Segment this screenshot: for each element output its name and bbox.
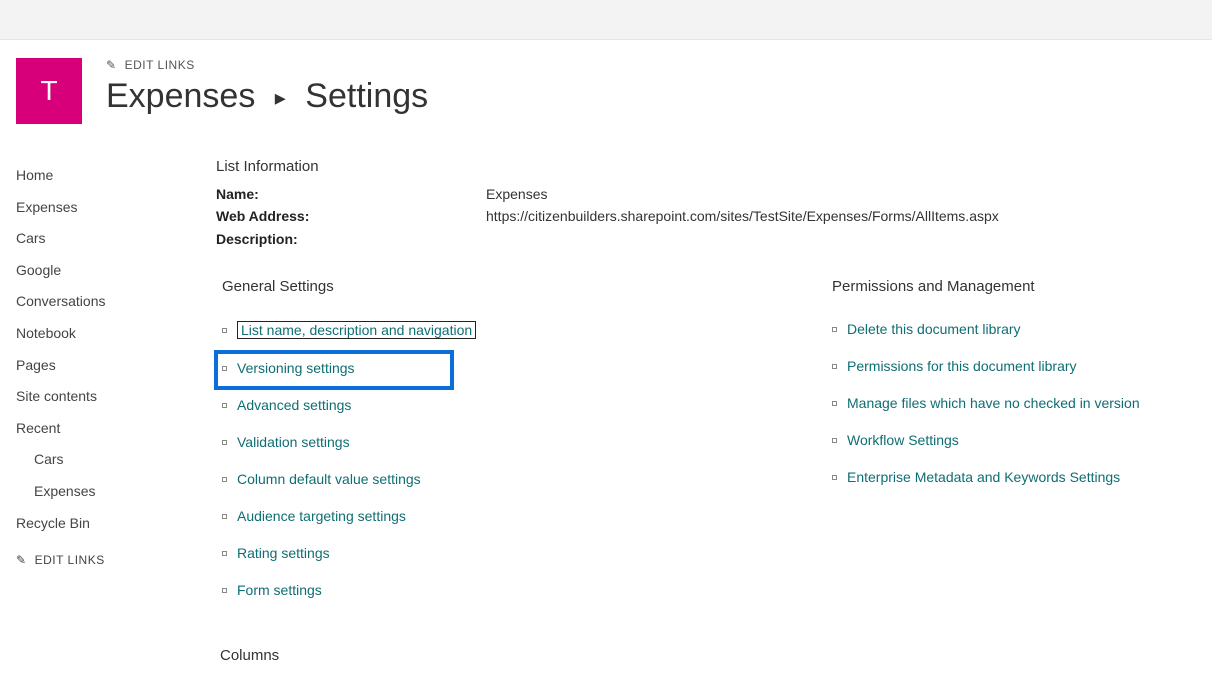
bullet-icon <box>832 401 837 406</box>
nav-item[interactable]: Recent <box>16 413 196 445</box>
nav-item[interactable]: Google <box>16 255 196 287</box>
nav-item[interactable]: Home <box>16 160 196 192</box>
settings-link[interactable]: Enterprise Metadata and Keywords Setting… <box>847 469 1120 485</box>
top-ribbon-bar <box>0 0 1212 40</box>
nav-item[interactable]: Cars <box>16 223 196 255</box>
edit-links-top-button[interactable]: ✎ EDIT LINKS <box>106 58 428 72</box>
general-settings-list: List name, description and navigation Ver… <box>216 321 786 598</box>
bullet-icon <box>222 477 227 482</box>
settings-link[interactable]: Manage files which have no checked in ve… <box>847 395 1140 411</box>
columns-heading: Columns <box>216 647 1192 664</box>
list-information-heading: List Information <box>216 158 1192 175</box>
settings-link[interactable]: Permissions for this document library <box>847 358 1077 374</box>
site-logo-tile[interactable]: T <box>16 58 82 124</box>
nav-item[interactable]: Expenses <box>16 192 196 224</box>
info-label: Web Address: <box>216 205 486 227</box>
settings-link[interactable]: Form settings <box>237 582 322 598</box>
settings-link[interactable]: Rating settings <box>237 545 330 561</box>
settings-link-item: Versioning settings <box>222 360 786 376</box>
info-row: Name:Expenses <box>216 183 1192 205</box>
permissions-management-list: Delete this document library Permissions … <box>826 321 1192 485</box>
bullet-icon <box>222 328 227 333</box>
edit-links-nav-button[interactable]: ✎ EDIT LINKS <box>16 539 196 567</box>
permissions-management-heading: Permissions and Management <box>826 278 1192 295</box>
settings-link-item: Form settings <box>222 582 786 598</box>
settings-content: List Information Name:ExpensesWeb Addres… <box>216 154 1212 664</box>
settings-link[interactable]: Advanced settings <box>237 397 351 413</box>
info-value: Expenses <box>486 183 547 205</box>
edit-links-nav-label: EDIT LINKS <box>35 553 105 567</box>
pencil-icon: ✎ <box>16 553 27 567</box>
nav-item[interactable]: Cars <box>16 444 196 476</box>
info-label: Name: <box>216 183 486 205</box>
info-row: Web Address:https://citizenbuilders.shar… <box>216 205 1192 227</box>
general-settings-heading: General Settings <box>216 278 786 295</box>
info-row: Description: <box>216 228 1192 250</box>
nav-item[interactable]: Pages <box>16 350 196 382</box>
pencil-icon: ✎ <box>106 58 117 72</box>
settings-link-item: List name, description and navigation <box>222 321 786 339</box>
settings-link-item: Delete this document library <box>832 321 1192 337</box>
settings-link[interactable]: List name, description and navigation <box>237 321 476 339</box>
settings-link-item: Audience targeting settings <box>222 508 786 524</box>
nav-item[interactable]: Recycle Bin <box>16 508 196 540</box>
settings-link-item: Validation settings <box>222 434 786 450</box>
settings-link[interactable]: Delete this document library <box>847 321 1021 337</box>
bullet-icon <box>222 514 227 519</box>
breadcrumb-separator-icon: ▸ <box>275 85 286 110</box>
nav-item[interactable]: Expenses <box>16 476 196 508</box>
breadcrumb-page: Settings <box>305 77 428 115</box>
info-label: Description: <box>216 228 486 250</box>
settings-link[interactable]: Versioning settings <box>237 360 355 376</box>
bullet-icon <box>832 327 837 332</box>
settings-link[interactable]: Workflow Settings <box>847 432 959 448</box>
nav-item[interactable]: Notebook <box>16 318 196 350</box>
settings-link[interactable]: Audience targeting settings <box>237 508 406 524</box>
breadcrumb-site[interactable]: Expenses <box>106 77 255 115</box>
bullet-icon <box>222 403 227 408</box>
list-information-table: Name:ExpensesWeb Address:https://citizen… <box>216 183 1192 250</box>
bullet-icon <box>222 440 227 445</box>
settings-link[interactable]: Column default value settings <box>237 471 421 487</box>
left-navigation: HomeExpensesCarsGoogleConversationsNoteb… <box>16 154 216 567</box>
edit-links-top-label: EDIT LINKS <box>125 58 195 72</box>
settings-link-item: Rating settings <box>222 545 786 561</box>
settings-link-item: Column default value settings <box>222 471 786 487</box>
settings-link-item: Enterprise Metadata and Keywords Setting… <box>832 469 1192 485</box>
breadcrumb: Expenses ▸ Settings <box>106 78 428 115</box>
settings-link[interactable]: Validation settings <box>237 434 350 450</box>
info-value: https://citizenbuilders.sharepoint.com/s… <box>486 205 999 227</box>
settings-link-item: Permissions for this document library <box>832 358 1192 374</box>
settings-link-item: Manage files which have no checked in ve… <box>832 395 1192 411</box>
nav-item[interactable]: Site contents <box>16 381 196 413</box>
bullet-icon <box>222 588 227 593</box>
settings-link-item: Advanced settings <box>222 397 786 413</box>
bullet-icon <box>222 551 227 556</box>
nav-item[interactable]: Conversations <box>16 286 196 318</box>
settings-link-item: Workflow Settings <box>832 432 1192 448</box>
bullet-icon <box>222 366 227 371</box>
bullet-icon <box>832 475 837 480</box>
bullet-icon <box>832 364 837 369</box>
page-header: T ✎ EDIT LINKS Expenses ▸ Settings <box>16 58 1212 124</box>
bullet-icon <box>832 438 837 443</box>
